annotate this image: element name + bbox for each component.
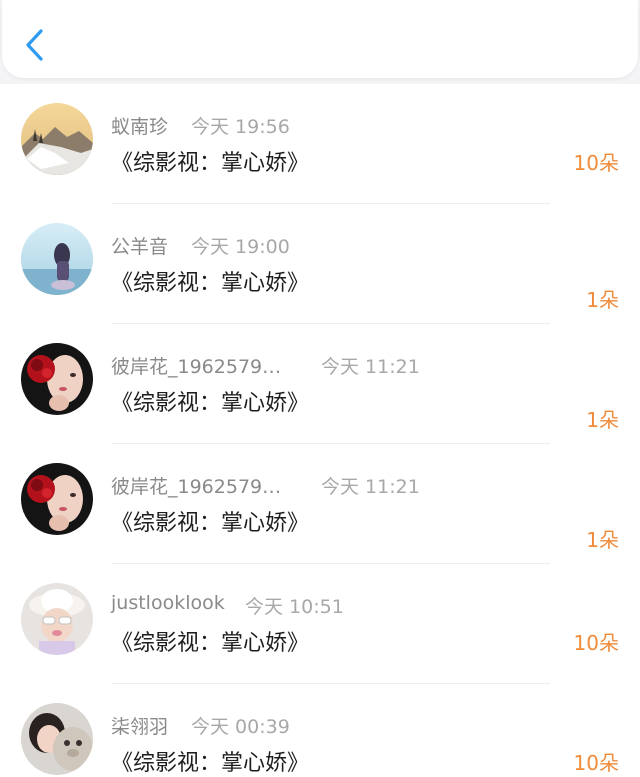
child-with-hat-avatar[interactable] bbox=[21, 583, 93, 655]
user-name[interactable]: 柒翎羽 bbox=[111, 712, 168, 739]
snow-landscape-avatar[interactable] bbox=[21, 103, 93, 175]
timestamp: 今天 19:00 bbox=[191, 236, 290, 258]
chevron-left-icon bbox=[26, 29, 43, 61]
girl-by-sea-avatar[interactable] bbox=[21, 223, 93, 295]
timestamp: 今天 19:56 bbox=[191, 116, 290, 138]
list-item[interactable]: 彼岸花_1962579… 今天 11:21 《综影视：掌心娇》 1朵 bbox=[0, 324, 640, 444]
list-item[interactable]: 柒翎羽 今天 00:39 《综影视：掌心娇》 10朵 bbox=[0, 684, 640, 777]
back-button[interactable] bbox=[20, 24, 52, 64]
top-bar bbox=[2, 0, 638, 78]
work-title[interactable]: 《综影视：掌心娇》 bbox=[111, 145, 309, 177]
timestamp: 今天 11:21 bbox=[321, 356, 420, 378]
work-title[interactable]: 《综影视：掌心娇》 bbox=[111, 385, 309, 417]
girl-with-plush-avatar[interactable] bbox=[21, 703, 93, 775]
flower-count: 1朵 bbox=[586, 288, 619, 312]
gift-record-list: 蚁南珍 今天 19:56 《综影视：掌心娇》 10朵 公羊音 今天 19:00 … bbox=[0, 84, 640, 777]
red-flower-portrait-avatar[interactable] bbox=[21, 463, 93, 535]
user-name[interactable]: 蚁南珍 bbox=[111, 112, 168, 139]
list-item[interactable]: justlooklook 今天 10:51 《综影视：掌心娇》 10朵 bbox=[0, 564, 640, 684]
work-title[interactable]: 《综影视：掌心娇》 bbox=[111, 745, 309, 777]
user-name[interactable]: 彼岸花_1962579… bbox=[111, 352, 281, 379]
user-name[interactable]: justlooklook bbox=[111, 592, 225, 614]
list-item[interactable]: 蚁南珍 今天 19:56 《综影视：掌心娇》 10朵 bbox=[0, 84, 640, 204]
timestamp: 今天 10:51 bbox=[245, 596, 344, 618]
flower-count: 1朵 bbox=[586, 408, 619, 432]
user-name[interactable]: 公羊音 bbox=[111, 232, 168, 259]
list-item[interactable]: 彼岸花_1962579… 今天 11:21 《综影视：掌心娇》 1朵 bbox=[0, 444, 640, 564]
red-flower-portrait-avatar[interactable] bbox=[21, 343, 93, 415]
flower-count: 10朵 bbox=[573, 751, 619, 775]
timestamp: 今天 00:39 bbox=[191, 716, 290, 738]
user-name[interactable]: 彼岸花_1962579… bbox=[111, 472, 281, 499]
list-item[interactable]: 公羊音 今天 19:00 《综影视：掌心娇》 1朵 bbox=[0, 204, 640, 324]
work-title[interactable]: 《综影视：掌心娇》 bbox=[111, 505, 309, 537]
flower-count: 10朵 bbox=[573, 631, 619, 655]
flower-count: 1朵 bbox=[586, 528, 619, 552]
flower-count: 10朵 bbox=[573, 151, 619, 175]
work-title[interactable]: 《综影视：掌心娇》 bbox=[111, 265, 309, 297]
work-title[interactable]: 《综影视：掌心娇》 bbox=[111, 625, 309, 657]
timestamp: 今天 11:21 bbox=[321, 476, 420, 498]
